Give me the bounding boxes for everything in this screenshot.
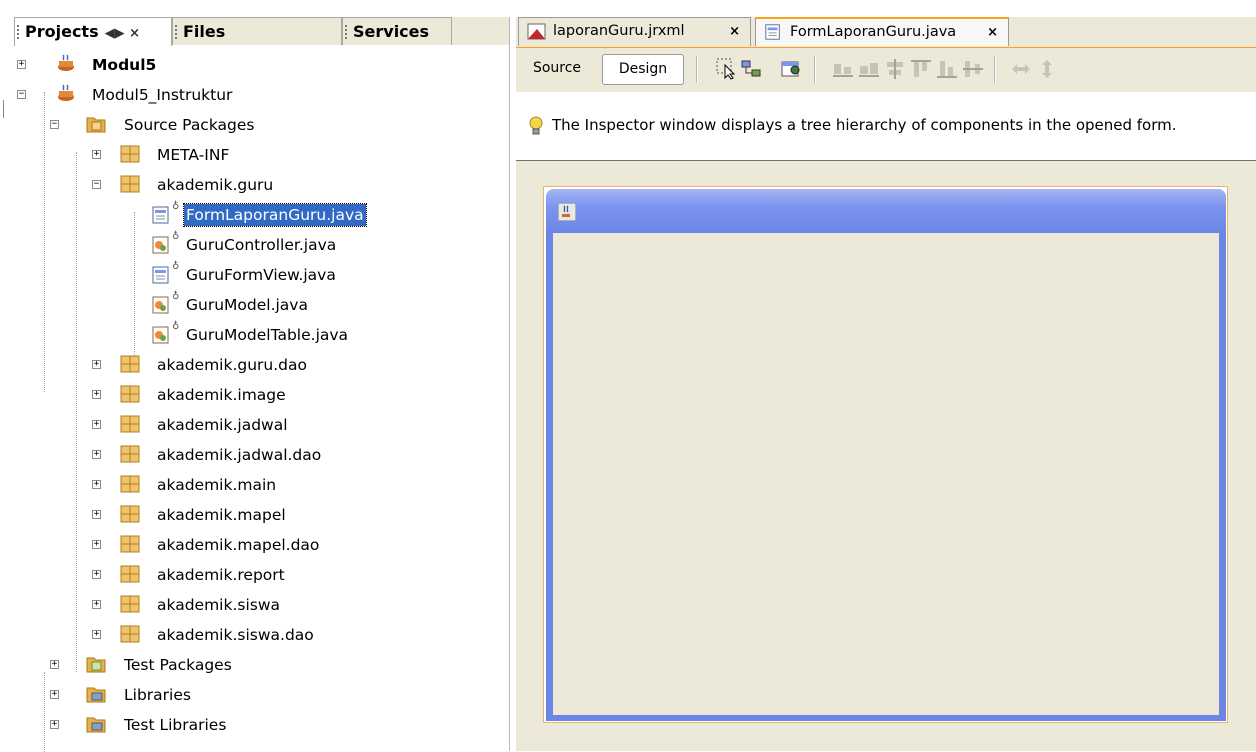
expand-plus-icon[interactable]: +: [92, 390, 101, 399]
tab-formlaporanguru-java[interactable]: FormLaporanGuru.java ×: [755, 17, 1009, 46]
drag-grip-icon[interactable]: [17, 25, 22, 39]
tab-projects[interactable]: Projects ◀▶ ×: [14, 17, 172, 46]
expand-plus-icon[interactable]: +: [92, 420, 101, 429]
expand-plus-icon[interactable]: +: [92, 510, 101, 519]
package-icon: [120, 145, 140, 163]
project-tree: + Modul5 − Modul5_Instruktur − Source Pa…: [14, 50, 509, 752]
drag-grip-icon[interactable]: [345, 25, 350, 39]
collapse-minus-icon[interactable]: −: [50, 120, 59, 129]
selection-mode-icon[interactable]: [716, 58, 738, 80]
design-button[interactable]: Design: [602, 54, 684, 85]
tab-services[interactable]: Services: [342, 17, 452, 45]
source-button[interactable]: Source: [522, 54, 592, 85]
tree-line: [76, 152, 77, 672]
expand-plus-icon[interactable]: +: [50, 720, 59, 729]
tree-line: [44, 672, 45, 752]
editor-tabs: laporanGuru.jrxml × FormLaporanGuru.java…: [516, 17, 1256, 48]
expand-plus-icon[interactable]: +: [92, 630, 101, 639]
versioned-badge-icon: ♁: [172, 231, 180, 242]
center-horizontally-icon[interactable]: [884, 58, 906, 80]
connection-mode-icon[interactable]: [740, 58, 762, 80]
resize-vertical-icon[interactable]: [1036, 58, 1058, 80]
package-icon: [120, 595, 140, 613]
java-cup-icon: [558, 203, 576, 221]
java-class-icon: [152, 296, 169, 314]
close-tab-icon[interactable]: ×: [729, 18, 740, 45]
resize-horizontal-icon[interactable]: [1010, 58, 1032, 80]
window-edge-marker: [0, 100, 4, 118]
form-title-bar[interactable]: [546, 189, 1226, 233]
align-right-icon[interactable]: [858, 58, 880, 80]
expand-plus-icon[interactable]: +: [92, 540, 101, 549]
java-class-icon: [152, 326, 169, 344]
center-vertically-icon[interactable]: [962, 58, 984, 80]
expand-plus-icon[interactable]: +: [50, 690, 59, 699]
package-icon: [120, 535, 140, 553]
collapse-minus-icon[interactable]: −: [17, 90, 26, 99]
test-folder-icon: [86, 657, 106, 673]
align-top-icon[interactable]: [910, 58, 932, 80]
package-icon: [120, 475, 140, 493]
java-project-icon: [58, 54, 74, 71]
align-left-icon[interactable]: [832, 58, 854, 80]
preview-design-icon[interactable]: [780, 58, 802, 80]
form-window[interactable]: [546, 189, 1226, 721]
close-tab-icon[interactable]: ×: [987, 19, 998, 46]
expand-plus-icon[interactable]: +: [17, 60, 26, 69]
editor-panel: laporanGuru.jrxml × FormLaporanGuru.java…: [516, 17, 1256, 751]
libraries-folder-icon: [86, 717, 106, 733]
java-class-icon: [152, 236, 169, 254]
expand-plus-icon[interactable]: +: [92, 480, 101, 489]
source-folder-icon: [86, 117, 106, 133]
libraries-folder-icon: [86, 687, 106, 703]
expand-plus-icon[interactable]: +: [50, 660, 59, 669]
drag-grip-icon[interactable]: [175, 25, 180, 39]
versioned-badge-icon: ♁: [172, 201, 180, 212]
ide-window: Projects ◀▶ × Files Services + Modul5 − …: [0, 0, 1256, 752]
form-file-icon: [765, 24, 780, 40]
package-icon: [120, 415, 140, 433]
collapse-minus-icon[interactable]: −: [92, 180, 101, 189]
tab-controls[interactable]: ◀▶ ×: [105, 26, 140, 41]
form-content-pane[interactable]: [553, 233, 1219, 715]
versioned-badge-icon: ♁: [172, 261, 180, 272]
java-project-icon: [58, 84, 74, 101]
tree-line: [44, 92, 45, 392]
package-icon: [120, 175, 140, 193]
versioned-badge-icon: ♁: [172, 321, 180, 332]
tab-files[interactable]: Files: [172, 17, 342, 45]
package-icon: [120, 355, 140, 373]
tree-line: [134, 212, 135, 362]
toolbar-separator: [814, 56, 816, 83]
info-text: The Inspector window displays a tree hie…: [552, 116, 1177, 134]
package-icon: [120, 505, 140, 523]
form-file-icon: [152, 206, 169, 224]
info-hint-bar: The Inspector window displays a tree hie…: [516, 92, 1256, 161]
expand-plus-icon[interactable]: +: [92, 600, 101, 609]
package-icon: [120, 565, 140, 583]
form-editor-toolbar: Source Design: [516, 48, 1256, 92]
form-file-icon: [152, 266, 169, 284]
left-panel-tabs: Projects ◀▶ × Files Services: [14, 17, 509, 46]
expand-plus-icon[interactable]: +: [92, 570, 101, 579]
tab-laporanguru-jrxml[interactable]: laporanGuru.jrxml ×: [518, 17, 751, 46]
toolbar-separator: [696, 56, 698, 83]
versioned-badge-icon: ♁: [172, 291, 180, 302]
expand-plus-icon[interactable]: +: [92, 150, 101, 159]
jasper-report-icon: [527, 23, 546, 40]
form-frame-selection[interactable]: [543, 186, 1228, 723]
package-icon: [120, 385, 140, 403]
toolbar-separator: [994, 56, 996, 83]
expand-plus-icon[interactable]: +: [92, 360, 101, 369]
lightbulb-icon: [529, 116, 543, 135]
projects-panel: Projects ◀▶ × Files Services + Modul5 − …: [14, 17, 510, 752]
package-icon: [120, 445, 140, 463]
package-icon: [120, 625, 140, 643]
design-canvas: [516, 161, 1256, 751]
expand-plus-icon[interactable]: +: [92, 450, 101, 459]
align-bottom-icon[interactable]: [936, 58, 958, 80]
